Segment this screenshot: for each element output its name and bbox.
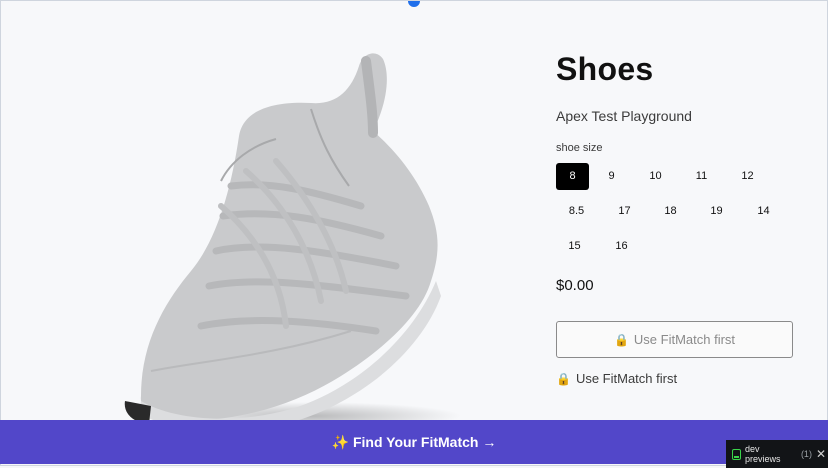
- size-selector-label: shoe size: [556, 142, 603, 154]
- preview-icon: [732, 448, 741, 460]
- fitmatch-note: 🔒 Use FitMatch first: [556, 371, 677, 386]
- use-fitmatch-button[interactable]: 🔒 Use FitMatch first: [556, 321, 793, 358]
- scroll-indicator-dot: [408, 1, 420, 7]
- dev-previews-badge[interactable]: dev previews (1) ✕: [726, 440, 828, 468]
- size-option-16[interactable]: 16: [605, 233, 638, 260]
- size-option-14[interactable]: 14: [747, 198, 780, 225]
- product-image: [111, 41, 471, 431]
- size-option-10[interactable]: 10: [639, 163, 672, 190]
- product-price: $0.00: [556, 277, 594, 294]
- close-icon[interactable]: ✕: [816, 447, 826, 461]
- fitmatch-note-text: Use FitMatch first: [575, 371, 678, 386]
- page-frame: Shoes Apex Test Playground shoe size 8 9…: [0, 0, 828, 466]
- lock-icon: 🔒: [613, 332, 629, 347]
- size-option-8-5[interactable]: 8.5: [560, 198, 593, 225]
- size-option-11[interactable]: 11: [685, 163, 718, 190]
- find-fitmatch-banner-label: ✨ Find Your FitMatch →: [331, 433, 497, 450]
- lock-icon: 🔒: [556, 371, 571, 386]
- size-option-8[interactable]: 8: [556, 163, 589, 190]
- size-option-9[interactable]: 9: [595, 163, 628, 190]
- size-option-12[interactable]: 12: [731, 163, 764, 190]
- dev-previews-label: dev previews: [744, 444, 781, 464]
- shoe-illustration: [124, 53, 461, 430]
- size-option-15[interactable]: 15: [558, 233, 591, 260]
- product-vendor: Apex Test Playground: [556, 108, 692, 124]
- find-fitmatch-banner[interactable]: ✨ Find Your FitMatch →: [0, 420, 828, 464]
- use-fitmatch-button-label: Use FitMatch first: [633, 332, 736, 347]
- dev-previews-count: (1): [800, 449, 812, 459]
- product-title: Shoes: [556, 51, 654, 87]
- size-option-18[interactable]: 18: [654, 198, 687, 225]
- size-option-19[interactable]: 19: [700, 198, 733, 225]
- size-option-17[interactable]: 17: [608, 198, 641, 225]
